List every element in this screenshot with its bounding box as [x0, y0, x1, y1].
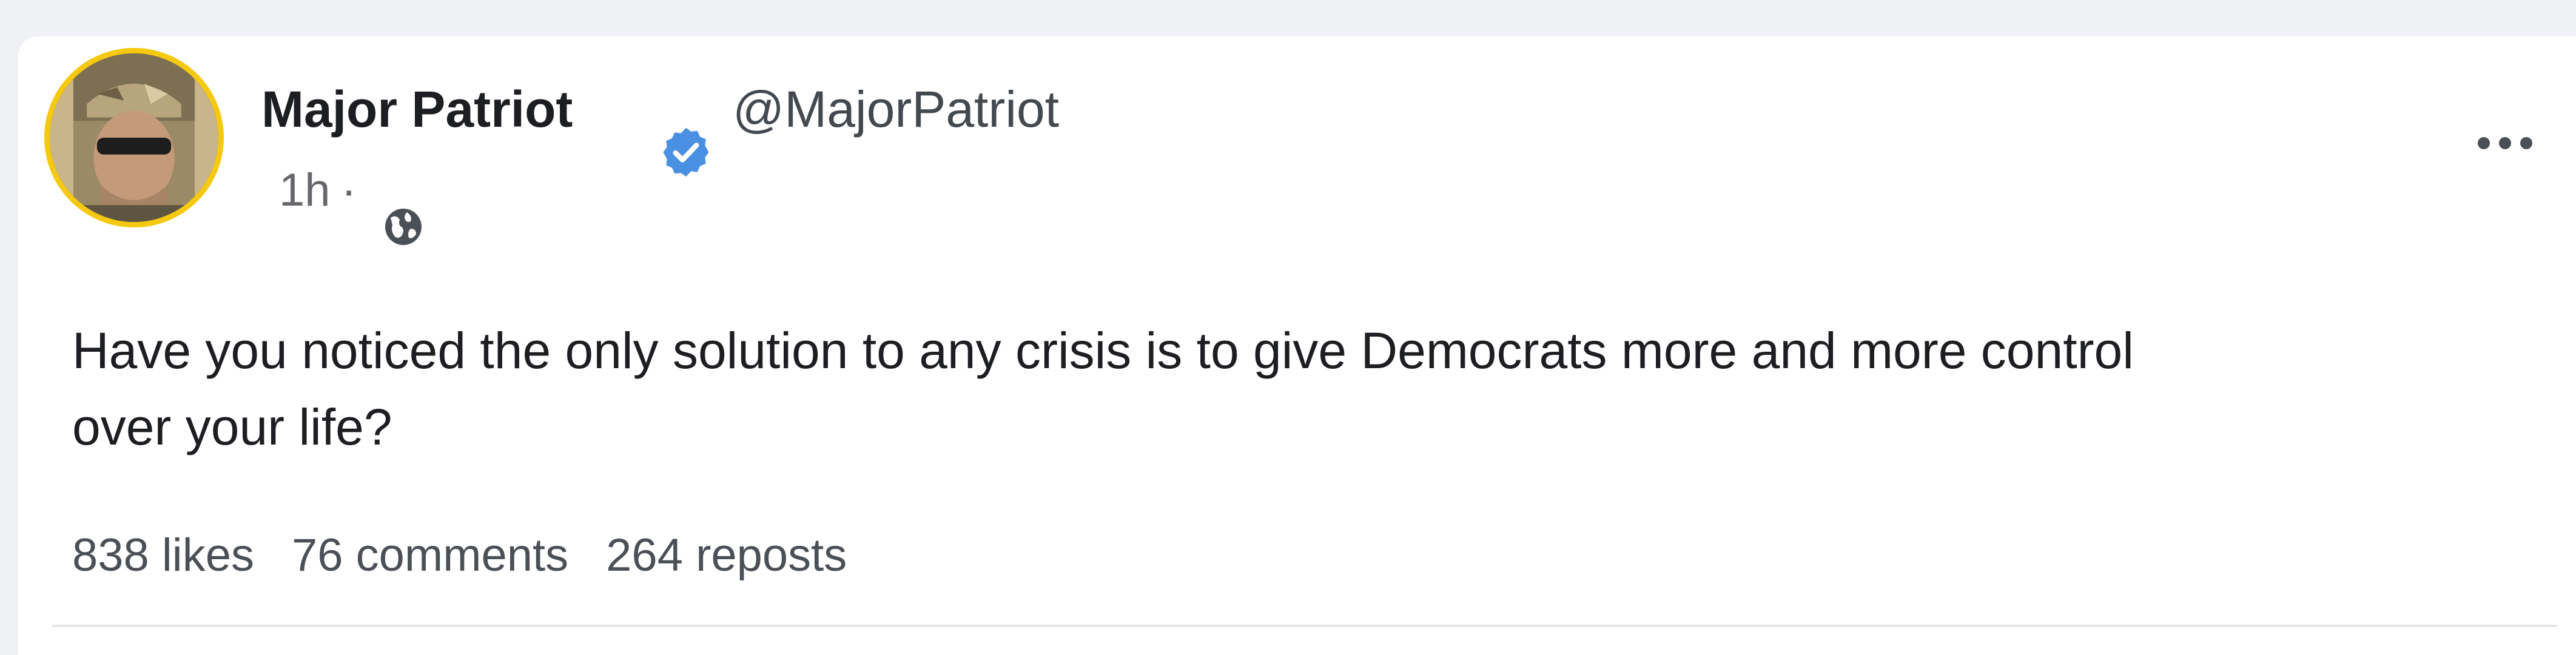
comments-count[interactable]: 76 comments: [292, 532, 568, 579]
post-stats: 838 likes 76 comments 264 reposts: [72, 532, 884, 579]
more-options-icon[interactable]: [2475, 131, 2535, 155]
author-avatar[interactable]: [44, 48, 224, 227]
post-meta: 1h ·: [279, 167, 368, 213]
post-text: Have you noticed the only solution to an…: [72, 322, 2134, 455]
likes-count[interactable]: 838 likes: [72, 532, 254, 579]
post-time[interactable]: 1h: [279, 164, 331, 216]
author-name[interactable]: Major Patriot: [261, 84, 573, 135]
reposts-count[interactable]: 264 reposts: [606, 532, 847, 579]
verified-badge-icon: [658, 124, 714, 180]
meta-separator: ·: [341, 164, 357, 216]
author-handle[interactable]: @MajorPatriot: [733, 84, 1059, 135]
stats-divider: [52, 625, 2557, 627]
globe-icon: [382, 205, 425, 249]
avatar-image: [50, 53, 218, 222]
